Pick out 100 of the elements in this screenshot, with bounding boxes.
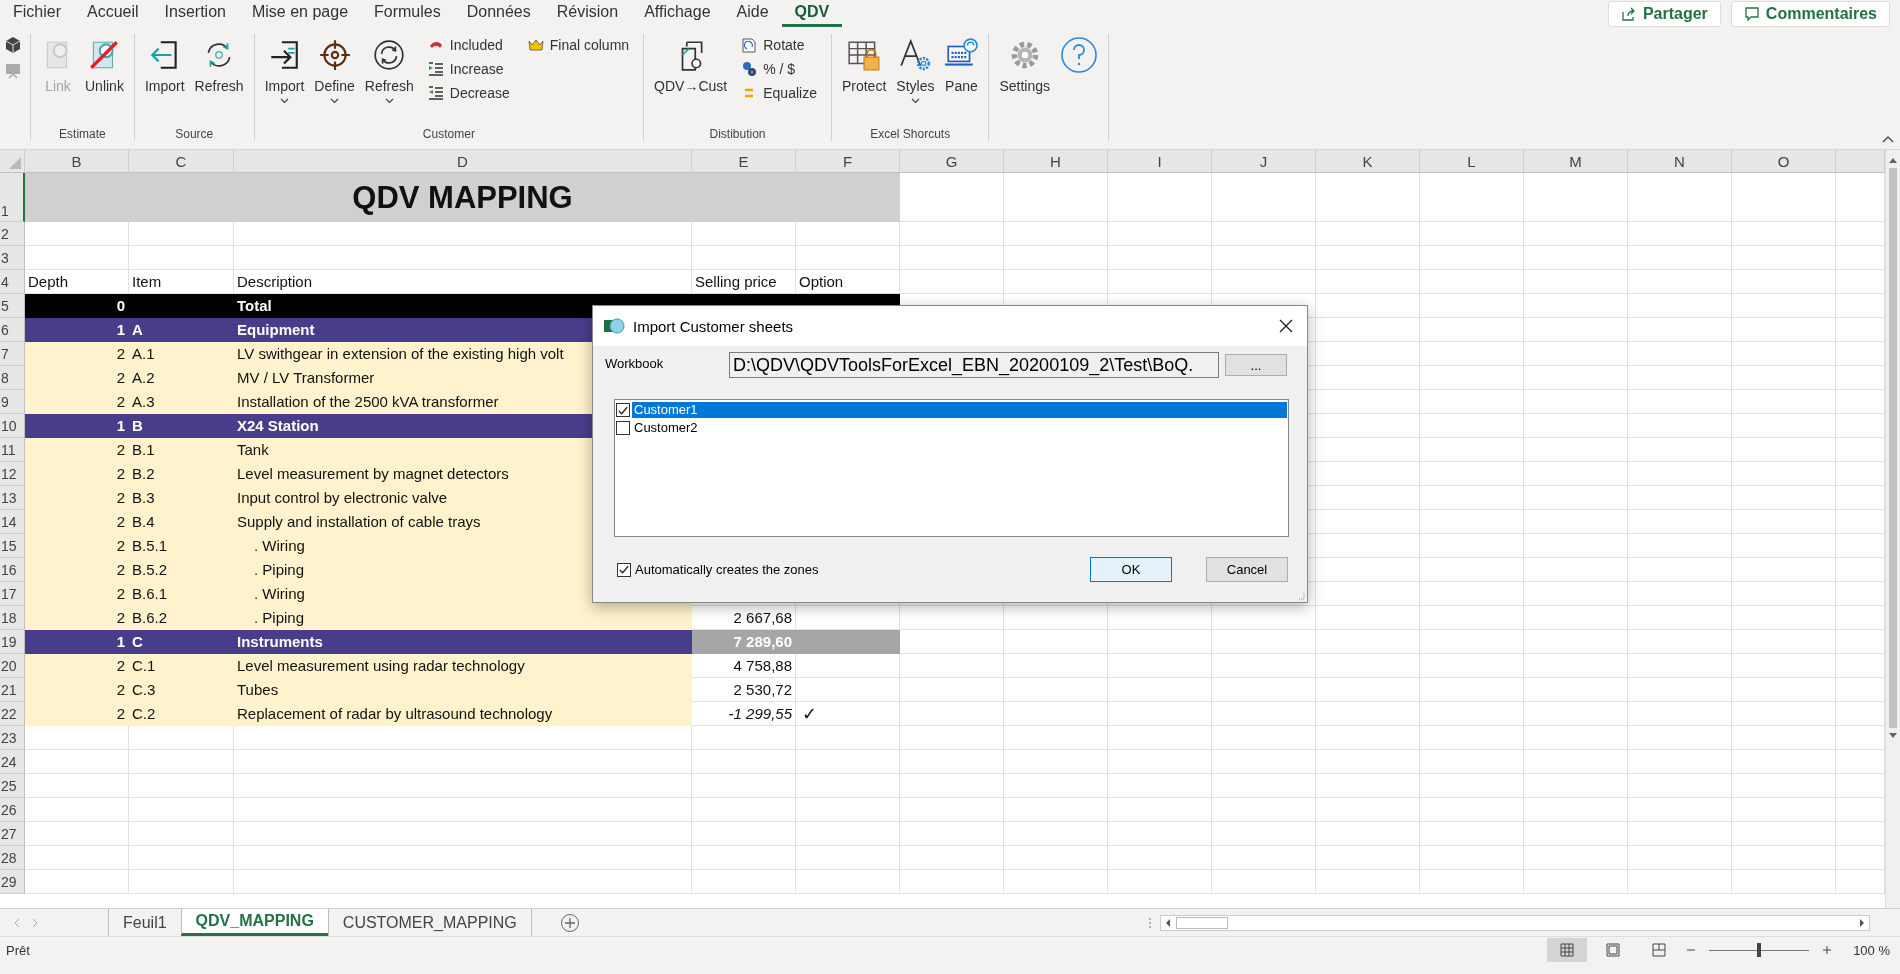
share-button[interactable]: Partager — [1607, 1, 1721, 27]
list-item[interactable]: Customer1 — [632, 402, 1287, 418]
menu-tab[interactable]: Formules — [361, 1, 454, 27]
row-header[interactable]: 17 — [0, 582, 25, 606]
import-button[interactable]: Import — [260, 34, 309, 106]
percent-dollar-button[interactable]: % / $ — [737, 58, 821, 80]
menu-tab[interactable]: Affichage — [631, 1, 724, 27]
next-sheet-icon[interactable] — [30, 917, 40, 928]
row-header[interactable]: 1 — [0, 173, 25, 222]
menu-tab[interactable]: Accueil — [74, 1, 152, 27]
screen-icon[interactable] — [4, 62, 22, 80]
column-header[interactable]: I — [1108, 150, 1212, 173]
row-header[interactable]: 7 — [0, 342, 25, 366]
close-icon[interactable] — [1279, 319, 1293, 333]
menu-tab[interactable]: Mise en page — [238, 1, 362, 27]
settings-button[interactable]: Settings — [995, 34, 1054, 96]
column-header[interactable]: C — [129, 150, 234, 173]
zoom-level[interactable]: 100 % — [1853, 942, 1890, 958]
define-button[interactable]: Define — [310, 34, 359, 106]
row-header[interactable]: 24 — [0, 750, 25, 774]
row-header[interactable]: 5 — [0, 294, 25, 318]
zoom-in-icon[interactable] — [1821, 944, 1834, 956]
styles-button[interactable]: Styles — [892, 34, 939, 106]
row-header[interactable]: 16 — [0, 558, 25, 582]
sheet-tab[interactable]: QDV_MAPPING — [180, 909, 328, 936]
add-sheet-icon[interactable] — [559, 912, 580, 933]
row-header[interactable]: 21 — [0, 678, 25, 702]
row-header[interactable]: 8 — [0, 366, 25, 390]
menu-tab[interactable]: Aide — [723, 1, 782, 27]
protect-button[interactable]: Protect — [837, 34, 891, 96]
checkbox[interactable] — [616, 403, 630, 417]
menu-tab[interactable]: Données — [453, 1, 544, 27]
row-header[interactable]: 18 — [0, 606, 25, 630]
resize-grip-icon[interactable] — [1297, 592, 1305, 600]
column-header[interactable]: O — [1732, 150, 1836, 173]
row-header[interactable]: 2 — [0, 222, 25, 246]
splitter-dots-icon[interactable] — [1148, 916, 1152, 929]
row-header[interactable]: 13 — [0, 486, 25, 510]
row-header[interactable]: 3 — [0, 246, 25, 270]
column-header[interactable]: E — [692, 150, 796, 173]
rotate-button[interactable]: Rotate — [737, 34, 821, 56]
menu-tab[interactable]: Fichier — [0, 1, 74, 27]
included-button[interactable]: Included — [423, 34, 514, 56]
row-header[interactable]: 28 — [0, 846, 25, 870]
row-header[interactable]: 20 — [0, 654, 25, 678]
sheet-tab[interactable]: CUSTOMER_MAPPING — [327, 909, 532, 936]
import-button[interactable]: Import — [140, 34, 189, 96]
checkbox[interactable] — [616, 421, 630, 435]
column-header[interactable]: D — [234, 150, 692, 173]
comments-button[interactable]: Commentaires — [1730, 1, 1890, 27]
pane-button[interactable]: Pane — [940, 34, 983, 96]
ok-button[interactable]: OK — [1090, 557, 1172, 582]
row-header[interactable]: 22 — [0, 702, 25, 726]
up-arrow-icon[interactable] — [1888, 156, 1898, 164]
menu-tab[interactable]: QDV — [781, 1, 843, 27]
sheet-tab[interactable]: Feuil1 — [108, 909, 181, 936]
row-header[interactable]: 6 — [0, 318, 25, 342]
column-header[interactable]: F — [796, 150, 900, 173]
column-header[interactable]: K — [1316, 150, 1420, 173]
final-column-button[interactable]: Final column — [523, 34, 634, 56]
row-header[interactable]: 19 — [0, 630, 25, 654]
row-header[interactable]: 15 — [0, 534, 25, 558]
column-header[interactable]: J — [1212, 150, 1316, 173]
vertical-scrollbar[interactable] — [1885, 150, 1900, 908]
row-header[interactable]: 12 — [0, 462, 25, 486]
horizontal-scrollbar[interactable] — [1160, 914, 1870, 931]
equalize-button[interactable]: Equalize — [737, 82, 821, 104]
checkbox[interactable] — [617, 562, 631, 577]
cube-icon[interactable] — [4, 36, 22, 54]
column-header[interactable]: M — [1524, 150, 1628, 173]
row-header[interactable]: 4 — [0, 270, 25, 294]
browse-button[interactable]: ... — [1225, 354, 1287, 376]
menu-tab[interactable]: Révision — [543, 1, 632, 27]
workbook-path-field[interactable]: D:\QDV\QDVToolsForExcel_EBN_20200109_2\Test\BoQ. — [729, 352, 1219, 378]
normal-view-button[interactable] — [1547, 938, 1588, 962]
cancel-button[interactable]: Cancel — [1206, 557, 1288, 582]
column-header[interactable]: N — [1628, 150, 1732, 173]
refresh-button[interactable]: Refresh — [190, 34, 248, 96]
column-header[interactable]: G — [900, 150, 1004, 173]
qdv-to-cust-button[interactable]: QDV→Cust — [650, 34, 732, 96]
row-header[interactable]: 29 — [0, 870, 25, 894]
left-arrow-icon[interactable] — [1164, 917, 1172, 928]
row-header[interactable]: 26 — [0, 798, 25, 822]
column-header[interactable]: H — [1004, 150, 1108, 173]
down-arrow-icon[interactable] — [1888, 732, 1898, 740]
row-header[interactable]: 23 — [0, 726, 25, 750]
column-header[interactable]: B — [25, 150, 129, 173]
row-header[interactable]: 14 — [0, 510, 25, 534]
column-header[interactable]: L — [1420, 150, 1524, 173]
right-arrow-icon[interactable] — [1858, 917, 1866, 928]
unlink-button[interactable]: Unlink — [81, 34, 128, 96]
row-header[interactable]: 9 — [0, 390, 25, 414]
collapse-icon[interactable] — [1882, 135, 1894, 143]
row-header[interactable]: 11 — [0, 438, 25, 462]
row-header[interactable]: 27 — [0, 822, 25, 846]
row-header[interactable]: 10 — [0, 414, 25, 438]
increase-button[interactable]: Increase — [423, 58, 514, 80]
row-header[interactable]: 25 — [0, 774, 25, 798]
previous-sheet-icon[interactable] — [12, 917, 22, 928]
decrease-button[interactable]: Decrease — [423, 82, 514, 104]
